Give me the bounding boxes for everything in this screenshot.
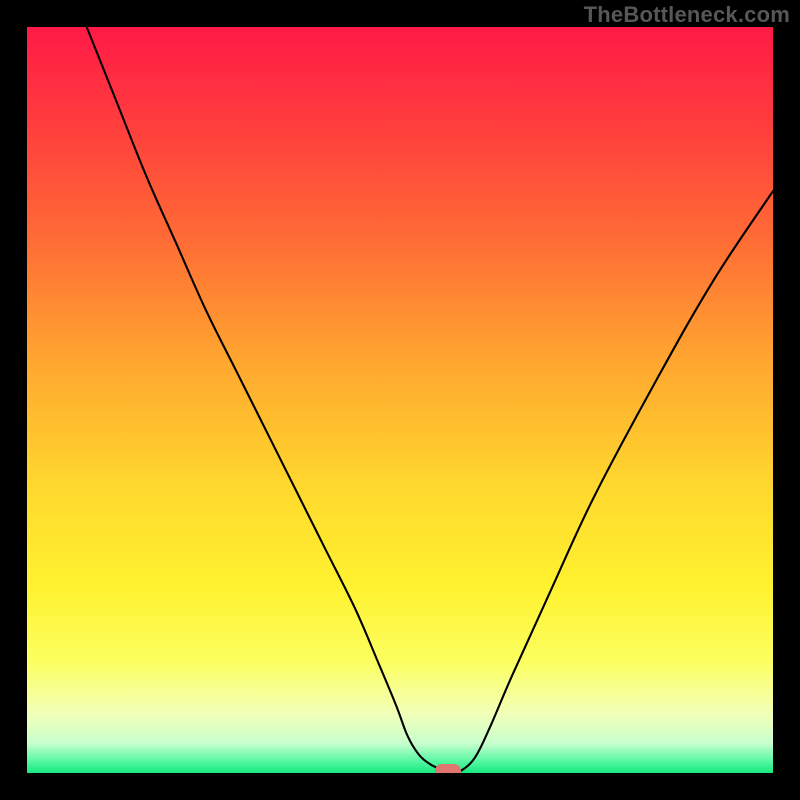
bottleneck-curve (27, 27, 773, 773)
watermark-text: TheBottleneck.com (584, 2, 790, 28)
plot-area (27, 27, 773, 773)
chart-frame: TheBottleneck.com (0, 0, 800, 800)
optimal-point-marker (435, 764, 461, 773)
